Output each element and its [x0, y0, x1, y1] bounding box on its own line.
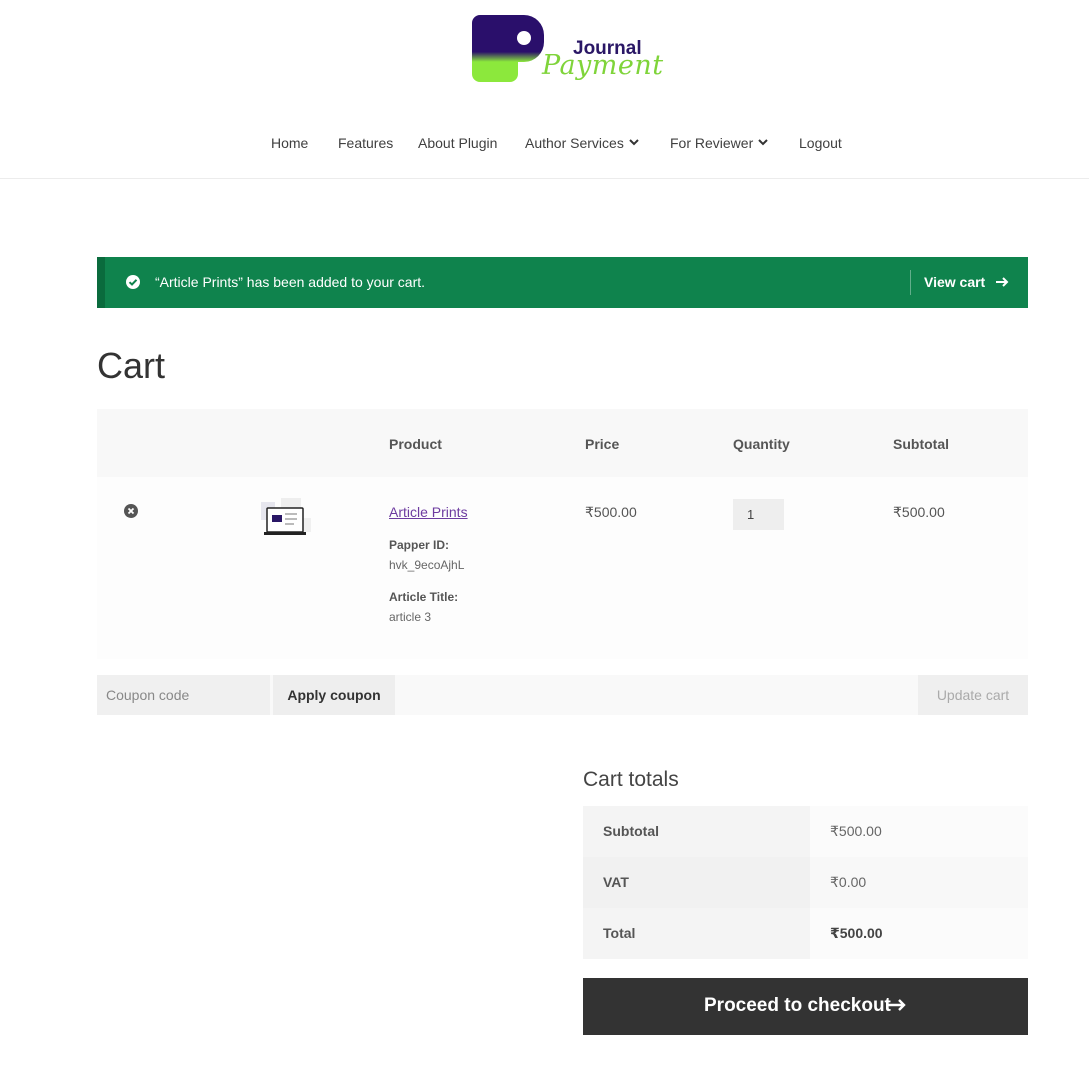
view-cart-link[interactable]: View cart	[924, 274, 985, 290]
check-circle-icon	[126, 275, 140, 289]
nav-item-home[interactable]: Home	[271, 135, 308, 151]
column-header-quantity: Quantity	[733, 436, 790, 452]
totals-value: ₹500.00	[810, 806, 1028, 857]
totals-value: ₹0.00	[810, 857, 1028, 908]
totals-label: VAT	[583, 857, 810, 908]
primary-nav: Home Features About Plugin Author Servic…	[0, 131, 1089, 159]
totals-row-subtotal: Subtotal ₹500.00	[583, 806, 1028, 857]
cart-table-header: Product Price Quantity Subtotal	[97, 409, 1028, 477]
meta-label-paper-id: Papper ID:	[389, 538, 450, 552]
meta-value-article-title: article 3	[389, 610, 432, 624]
apply-coupon-button[interactable]: Apply coupon	[273, 675, 395, 715]
totals-row-total: Total ₹500.00	[583, 908, 1028, 959]
nav-item-features[interactable]: Features	[338, 135, 393, 151]
totals-row-vat: VAT ₹0.00	[583, 857, 1028, 908]
page-title: Cart	[97, 345, 166, 386]
column-header-product: Product	[389, 436, 442, 452]
nav-item-logout[interactable]: Logout	[799, 135, 842, 151]
chevron-down-icon[interactable]	[628, 137, 640, 147]
item-subtotal: ₹500.00	[893, 504, 945, 520]
notice-divider	[910, 270, 911, 295]
logo-mark-icon	[472, 15, 544, 82]
table-row: Article Prints Papper ID: hvk_9ecoAjhL A…	[97, 477, 1028, 659]
cart-notice: “Article Prints” has been added to your …	[97, 257, 1028, 308]
totals-label: Total	[583, 908, 810, 959]
product-link[interactable]: Article Prints	[389, 504, 468, 520]
update-cart-button[interactable]: Update cart	[918, 675, 1028, 715]
totals-value: ₹500.00	[810, 908, 1028, 959]
column-header-price: Price	[585, 436, 620, 452]
chevron-down-icon[interactable]	[757, 137, 769, 147]
logo-word-payment: Payment	[542, 50, 664, 81]
product-thumbnail[interactable]	[261, 498, 313, 540]
item-price: ₹500.00	[585, 504, 637, 520]
notice-message: “Article Prints” has been added to your …	[155, 274, 426, 290]
site-header: Journal Payment Home Features About Plug…	[0, 0, 1089, 179]
site-logo[interactable]: Journal Payment	[472, 14, 663, 88]
totals-label: Subtotal	[583, 806, 810, 857]
coupon-code-input[interactable]: Coupon code	[97, 675, 270, 715]
nav-item-about-plugin[interactable]: About Plugin	[418, 135, 497, 151]
meta-value-paper-id: hvk_9ecoAjhL	[389, 558, 465, 572]
quantity-input[interactable]: 1	[733, 499, 784, 530]
cart-actions: Coupon code Apply coupon Update cart	[97, 675, 1028, 715]
remove-item-icon[interactable]	[124, 504, 138, 518]
cart-totals-title: Cart totals	[583, 768, 679, 791]
checkout-label: Proceed to checkout	[704, 995, 891, 1016]
arrow-right-icon	[888, 999, 906, 1011]
nav-item-author-services[interactable]: Author Services	[525, 135, 624, 151]
cart-totals-table: Subtotal ₹500.00 VAT ₹0.00 Total ₹500.00	[583, 806, 1028, 959]
arrow-right-icon	[996, 277, 1009, 287]
column-header-subtotal: Subtotal	[893, 436, 949, 452]
nav-item-for-reviewer[interactable]: For Reviewer	[670, 135, 753, 151]
proceed-to-checkout-button[interactable]: Proceed to checkout	[583, 978, 1028, 1035]
meta-label-article-title: Article Title:	[389, 590, 459, 604]
